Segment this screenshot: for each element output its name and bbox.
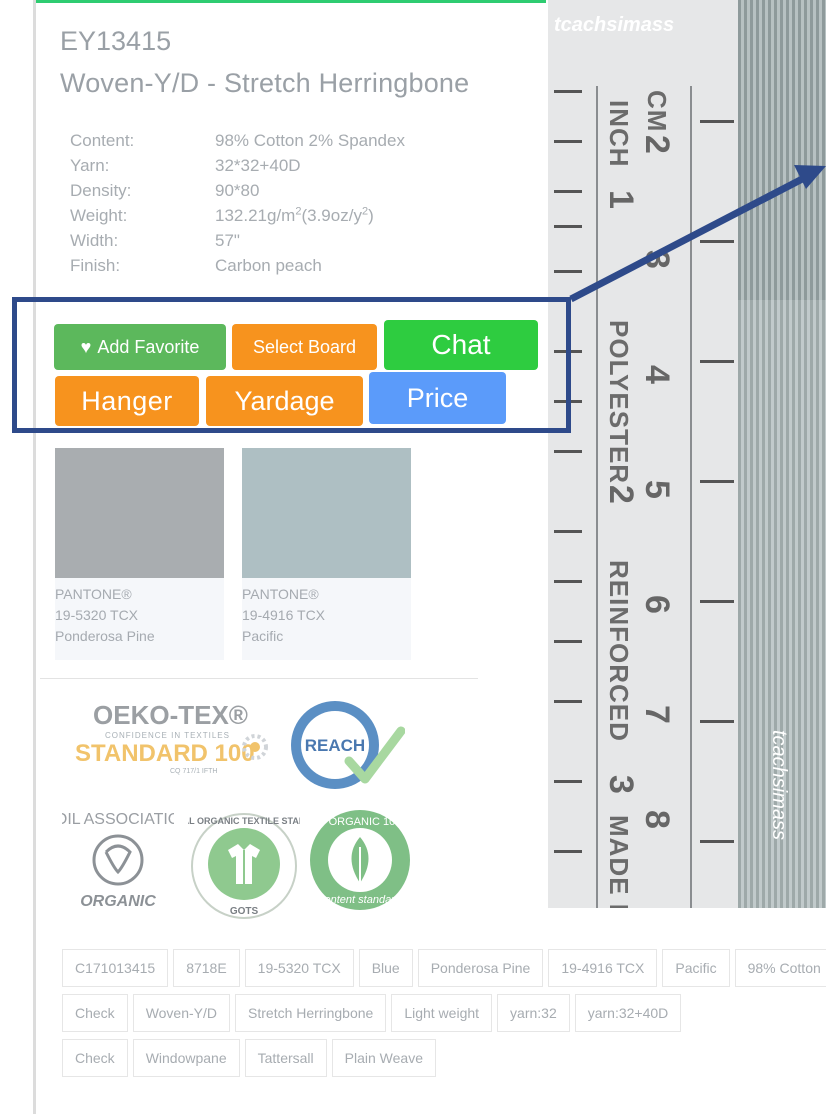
spec-list: Content: 98% Cotton 2% Spandex Yarn: 32*… (70, 128, 405, 278)
oeko-title: OEKO-TEX® (93, 700, 248, 730)
tag[interactable]: Check (62, 994, 128, 1032)
ruler-word: POLYESTER (604, 320, 634, 485)
spec-weight: Weight: 132.21g/m2(3.9oz/y2) (70, 203, 405, 228)
gots-logo: GLOBAL ORGANIC TEXTILE STANDARD GOTS (157, 810, 332, 922)
pantone-swatch[interactable]: PANTONE® 19-5320 TCX Ponderosa Pine (55, 448, 224, 660)
soil-association-logo: SOIL ASSOCIATION ORGANIC (44, 810, 192, 910)
spec-label: Finish: (70, 256, 121, 275)
section-divider (40, 678, 478, 679)
tag[interactable]: Plain Weave (331, 1039, 436, 1077)
swatch-code: 19-4916 TCX (242, 607, 326, 623)
tag[interactable]: Pacific (662, 949, 730, 987)
oeko-tex-logo: OEKO-TEX® CONFIDENCE IN TEXTILES STANDAR… (75, 700, 268, 775)
spec-finish: Finish: Carbon peach (70, 253, 405, 278)
ruler-number: 2 (602, 485, 640, 504)
oeko-standard: STANDARD 100 (75, 740, 255, 767)
spec-label: Weight: (70, 206, 128, 225)
ruler-cm-label: CM (642, 90, 672, 133)
spec-value: 98% Cotton 2% Spandex (215, 131, 405, 150)
ruler-inch-label: INCH (604, 100, 634, 168)
pantone-swatch[interactable]: PANTONE® 19-4916 TCX Pacific (242, 448, 411, 660)
gots-ring-text: GLOBAL ORGANIC TEXTILE STANDARD (188, 816, 300, 826)
spec-label: Content: (70, 131, 135, 150)
ruler-number: 4 (638, 365, 676, 384)
tag[interactable]: Woven-Y/D (132, 994, 231, 1032)
tag[interactable]: Blue (358, 949, 413, 987)
spec-value: 132.21g/m2(3.9oz/y2) (215, 203, 374, 228)
spec-label: Density: (70, 181, 132, 200)
spec-width: Width: 57" (70, 228, 405, 253)
tag-row: Check Windowpane Tattersall Plain Weave (62, 1039, 436, 1077)
top-accent-bar (36, 0, 546, 3)
spec-label: Yarn: (70, 156, 110, 175)
tag[interactable]: Stretch Herringbone (235, 994, 387, 1032)
tag[interactable]: 98% Cotton (734, 949, 826, 987)
ruler-number: 1 (602, 190, 640, 209)
ruler-brand: tcachsimass (554, 14, 675, 36)
ruler-number: 7 (638, 705, 676, 724)
ocs-bottom-text: content standard (319, 894, 402, 906)
spec-label: Width: (70, 231, 119, 250)
spec-content: Content: 98% Cotton 2% Spandex (70, 128, 405, 153)
ruler-number: 5 (638, 480, 676, 499)
spec-density: Density: 90*80 (70, 178, 405, 203)
tag[interactable]: yarn:32+40D (574, 994, 682, 1032)
ruler-image: tcachsimass INCH CM 1 2 3 2 3 4 5 6 7 8 (548, 0, 738, 908)
soil-bottom-text: ORGANIC (80, 893, 156, 910)
ruler-number: 3 (638, 250, 676, 269)
spec-value: 57" (215, 231, 240, 250)
soil-top-text: SOIL ASSOCIATION (62, 811, 174, 828)
swatch-brand: PANTONE® (55, 586, 132, 602)
fabric-photo: tcachsimass INCH CM 1 2 3 2 3 4 5 6 7 8 (548, 0, 826, 908)
spec-value: 32*32+40D (215, 156, 301, 175)
weight-end: ) (368, 206, 374, 225)
ruler-word: REINFORCED (604, 560, 634, 742)
fabric-code: EY13415 (60, 26, 172, 56)
ruler-word: MADE I (604, 815, 634, 908)
tag[interactable]: Windowpane (132, 1039, 240, 1077)
tag[interactable]: C171013415 (62, 949, 169, 987)
ruler-number: 2 (638, 135, 676, 154)
tag[interactable]: Light weight (391, 994, 493, 1032)
tag[interactable]: yarn:32 (497, 994, 570, 1032)
flower-icon (242, 734, 268, 760)
spec-value: 90*80 (215, 181, 260, 200)
tag[interactable]: Check (62, 1039, 128, 1077)
tag[interactable]: 19-4916 TCX (548, 949, 658, 987)
reach-logo: REACH (285, 695, 406, 795)
weight-mid: (3.9oz/y (301, 206, 362, 225)
oeko-cert-number: CQ 717/1 IFTH (170, 768, 218, 775)
swatch-name: Pacific (242, 628, 284, 644)
reach-badge-icon: REACH (291, 701, 406, 789)
tag[interactable]: 19-5320 TCX (244, 949, 354, 987)
ocs-leaf-icon: ORGANIC 100 content standard (310, 810, 410, 910)
weight-main: 132.21g/m (215, 206, 296, 225)
tag[interactable]: Ponderosa Pine (417, 949, 544, 987)
tag-row: C171013415 8718E 19-5320 TCX Blue Ponder… (62, 949, 826, 987)
ruler-number: 6 (638, 595, 676, 614)
fabric-brand-watermark: tcachsimass (768, 730, 790, 841)
spec-yarn: Yarn: 32*32+40D (70, 153, 405, 178)
tag[interactable]: 8718E (173, 949, 240, 987)
tag-row: Check Woven-Y/D Stretch Herringbone Ligh… (62, 994, 682, 1032)
organic-content-standard-logo: ORGANIC 100 content standard (305, 805, 415, 915)
swatch-code: 19-5320 TCX (55, 607, 139, 623)
annotation-highlight-box (12, 297, 571, 433)
soil-association-icon: SOIL ASSOCIATION ORGANIC (44, 811, 192, 910)
gots-bottom-text: GOTS (230, 906, 259, 917)
spec-value: Carbon peach (215, 256, 322, 275)
swatch-brand: PANTONE® (242, 586, 319, 602)
reach-text: REACH (305, 736, 365, 755)
swatch-color-chip (242, 448, 411, 578)
ocs-top-text: ORGANIC 100 (329, 816, 402, 828)
tag[interactable]: Tattersall (244, 1039, 327, 1077)
gots-shirt-icon: GLOBAL ORGANIC TEXTILE STANDARD GOTS (157, 813, 332, 919)
ruler-number: 3 (602, 775, 640, 794)
swatch-color-chip (55, 448, 224, 578)
left-rail (33, 0, 36, 1114)
ruler-number: 8 (638, 810, 676, 829)
swatch-name: Ponderosa Pine (55, 628, 155, 644)
fabric-name: Woven-Y/D - Stretch Herringbone (60, 68, 470, 98)
